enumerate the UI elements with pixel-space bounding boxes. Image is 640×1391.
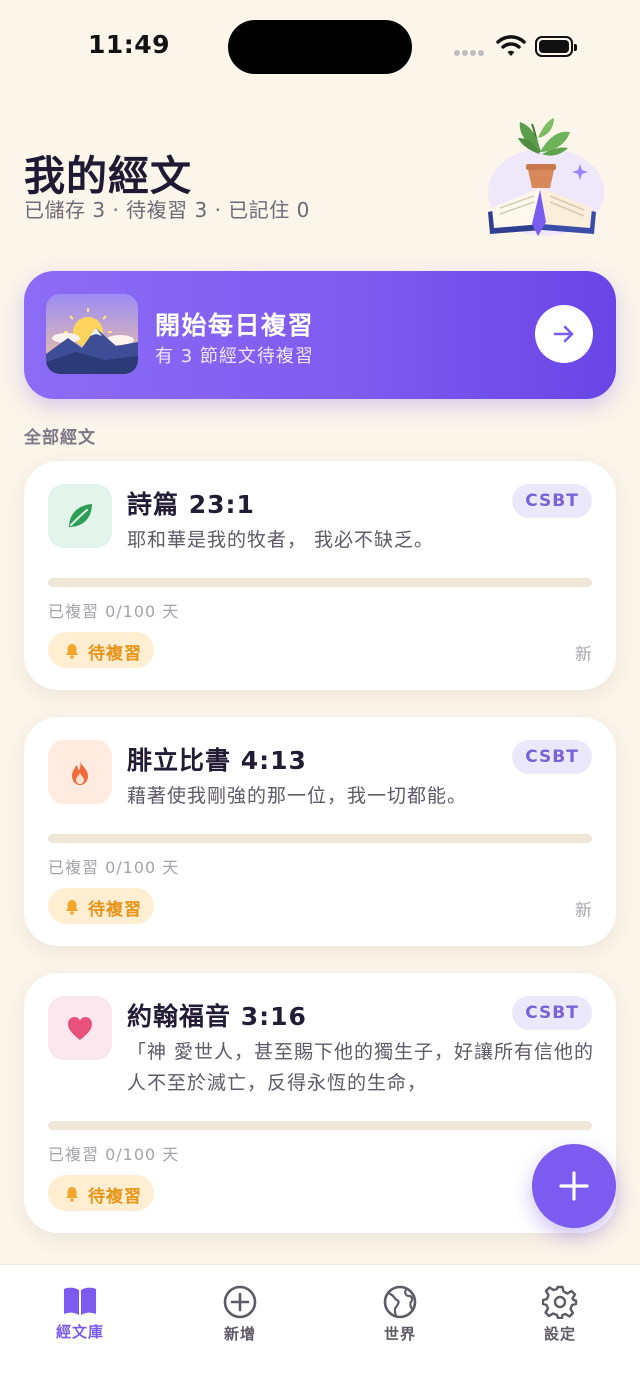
verse-reference: 約翰福音 3:16 xyxy=(127,1002,307,1031)
battery-icon xyxy=(535,36,577,57)
tab-world[interactable]: 世界 xyxy=(345,1285,455,1345)
progress-bar xyxy=(48,1121,592,1130)
status-bar: 11:49 xyxy=(0,0,640,96)
verse-text: 藉著使我剛強的那一位，我一切都能。 xyxy=(127,785,468,807)
page-title: 我的經文 xyxy=(24,152,192,200)
status-badge: 待複習 xyxy=(48,632,154,668)
arrow-right-icon xyxy=(553,325,574,343)
open-book-icon xyxy=(64,1287,96,1315)
tab-add[interactable]: 新增 xyxy=(185,1285,295,1345)
tab-settings[interactable]: 設定 xyxy=(505,1285,615,1345)
globe-icon xyxy=(383,1285,417,1319)
card-icon-wrapper xyxy=(48,484,112,548)
signal-icon xyxy=(454,50,488,56)
section-label: 全部經文 xyxy=(24,428,96,448)
progress-label: 已複習 0/100 天 xyxy=(48,858,180,877)
progress-bar xyxy=(48,578,592,587)
stats-subtitle: 已儲存 3 · 待複習 3 · 已記住 0 xyxy=(24,198,310,222)
sunrise-mountain-icon xyxy=(46,294,138,374)
tab-bar: 經文庫 新增 世界 設定 xyxy=(0,1264,640,1391)
gear-icon xyxy=(542,1285,578,1319)
leaf-icon xyxy=(69,504,92,527)
progress-label: 已複習 0/100 天 xyxy=(48,1145,180,1164)
translation-badge: CSBT xyxy=(512,484,592,518)
verse-text: 耶和華是我的牧者， 我必不缺乏。 xyxy=(127,529,435,551)
verse-text: 「神 愛世人，甚至賜下他的獨生子，好讓所有信他的人不至於滅亡，反得永恆的生命， xyxy=(127,1041,595,1094)
book-plant-illustration xyxy=(478,112,608,242)
heart-icon xyxy=(68,1017,92,1040)
verse-reference: 詩篇 23:1 xyxy=(127,490,255,519)
status-badge: 待複習 xyxy=(48,1175,154,1211)
bell-icon xyxy=(66,900,78,915)
daily-review-banner[interactable]: 開始每日複習 有 3 節經文待複習 xyxy=(24,271,616,399)
verse-card[interactable]: 約翰福音 3:16 「神 愛世人，甚至賜下他的獨生子，好讓所有信他的人不至於滅亡… xyxy=(24,973,616,1233)
flame-icon xyxy=(72,760,88,785)
status-label: 待複習 xyxy=(88,1187,142,1207)
new-tag: 新 xyxy=(575,901,592,921)
tab-label: 經文庫 xyxy=(55,1323,104,1341)
verse-reference: 腓立比書 4:13 xyxy=(127,746,307,775)
tab-label: 新增 xyxy=(223,1325,256,1343)
status-label: 待複習 xyxy=(88,644,142,664)
bell-icon xyxy=(66,1187,78,1202)
tab-label: 世界 xyxy=(383,1325,416,1343)
progress-bar xyxy=(48,834,592,843)
daily-review-title: 開始每日複習 xyxy=(155,311,315,340)
verse-card[interactable]: 腓立比書 4:13 藉著使我剛強的那一位，我一切都能。 CSBT 已複習 0/1… xyxy=(24,717,616,946)
dynamic-island xyxy=(228,20,412,74)
add-verse-button[interactable] xyxy=(532,1144,616,1228)
wifi-icon xyxy=(496,34,526,58)
status-time: 11:49 xyxy=(88,30,171,59)
card-icon-wrapper xyxy=(48,996,112,1060)
verse-card[interactable]: 詩篇 23:1 耶和華是我的牧者， 我必不缺乏。 CSBT 已複習 0/100 … xyxy=(24,461,616,690)
start-review-button[interactable] xyxy=(535,305,593,363)
plus-circle-icon xyxy=(223,1285,257,1319)
progress-label: 已複習 0/100 天 xyxy=(48,602,180,621)
card-icon-wrapper xyxy=(48,740,112,804)
tab-label: 設定 xyxy=(543,1325,576,1343)
bell-icon xyxy=(66,644,78,659)
status-label: 待複習 xyxy=(88,900,142,920)
status-badge: 待複習 xyxy=(48,888,154,924)
tab-library[interactable]: 經文庫 xyxy=(25,1285,135,1345)
translation-badge: CSBT xyxy=(512,740,592,774)
daily-review-subtitle: 有 3 節經文待複習 xyxy=(155,346,314,367)
new-tag: 新 xyxy=(575,645,592,665)
translation-badge: CSBT xyxy=(512,996,592,1030)
plus-icon xyxy=(559,1171,589,1201)
